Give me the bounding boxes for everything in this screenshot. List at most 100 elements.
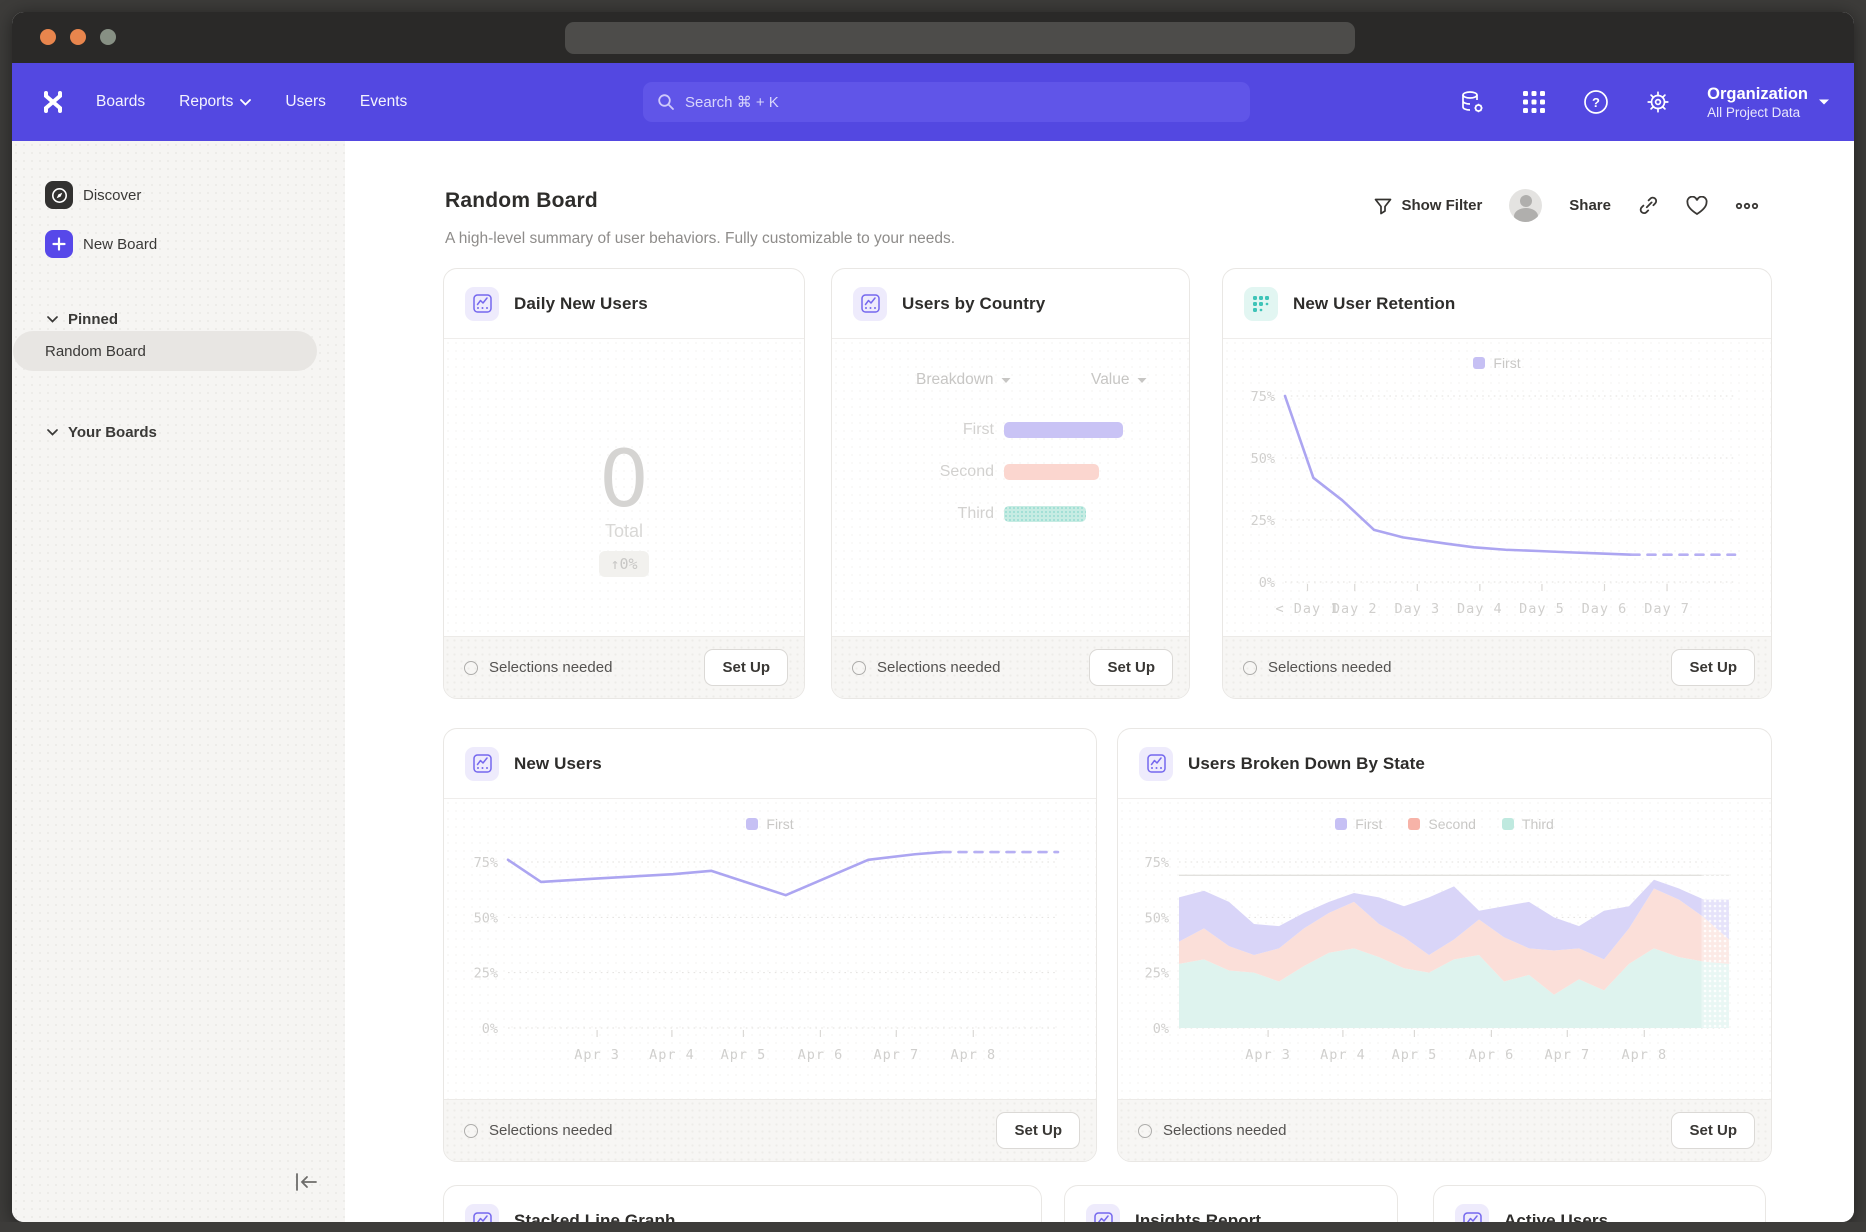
- zoom-window-icon[interactable]: [100, 29, 116, 45]
- sidebar: Discover New Board Pinned Random Board Y…: [12, 141, 345, 1222]
- share-button[interactable]: Share: [1569, 197, 1611, 214]
- stacked-area-chart: 75%50%25%0%Apr 3Apr 4Apr 5Apr 6Apr 7Apr …: [1118, 799, 1771, 1100]
- breakdown-dropdown[interactable]: Breakdown: [916, 371, 1091, 389]
- browser-window: Boards Reports Users Events Search ⌘ + K: [12, 12, 1854, 1222]
- nav-right: ? Organization All Project Data: [1459, 63, 1830, 141]
- card-title: Daily New Users: [514, 294, 648, 314]
- close-window-icon[interactable]: [40, 29, 56, 45]
- status-selections-needed: Selections needed: [464, 1122, 612, 1139]
- chevron-down-icon: [47, 316, 58, 323]
- empty-circle-icon: [464, 1124, 478, 1138]
- sidebar-item-discover[interactable]: Discover: [45, 174, 345, 216]
- card-daily-new-users: Daily New Users 0 Total ↑0% Selections n…: [443, 268, 805, 699]
- svg-text:75%: 75%: [474, 855, 498, 871]
- card-title: Users Broken Down By State: [1188, 754, 1425, 774]
- org-project: All Project Data: [1707, 105, 1808, 120]
- set-up-button[interactable]: Set Up: [704, 649, 788, 686]
- card-users-by-country: Users by Country Breakdown Value: [831, 268, 1190, 699]
- status-selections-needed: Selections needed: [1138, 1122, 1286, 1139]
- collapse-sidebar-button[interactable]: [291, 1169, 321, 1195]
- retention-chart: First 75%50%25%0%< Day 1Day 2Day 3Day 4D…: [1223, 339, 1771, 637]
- svg-text:25%: 25%: [474, 966, 498, 982]
- chevron-down-icon: [1137, 377, 1147, 384]
- value-dropdown[interactable]: Value: [1091, 371, 1147, 389]
- minimize-window-icon[interactable]: [70, 29, 86, 45]
- metric-value: 0: [444, 435, 804, 525]
- search-placeholder: Search ⌘ + K: [685, 93, 779, 111]
- metric-label: Total: [444, 521, 804, 542]
- mixpanel-logo-icon[interactable]: [40, 89, 66, 115]
- sidebar-section-pinned[interactable]: Pinned: [47, 311, 345, 328]
- svg-text:Apr 4: Apr 4: [649, 1047, 695, 1063]
- favorite-heart-icon[interactable]: [1686, 196, 1708, 216]
- card-title: Active Users: [1504, 1211, 1608, 1222]
- bar-second: [1004, 464, 1099, 480]
- apps-grid-icon[interactable]: [1521, 89, 1547, 115]
- svg-text:25%: 25%: [1251, 513, 1275, 529]
- sidebar-item-random-board[interactable]: Random Board: [13, 331, 317, 371]
- svg-text:Apr 3: Apr 3: [1245, 1047, 1291, 1063]
- url-bar[interactable]: [565, 22, 1355, 54]
- svg-text:< Day 1: < Day 1: [1276, 601, 1340, 617]
- top-navbar: Boards Reports Users Events Search ⌘ + K: [12, 63, 1854, 141]
- nav-item-boards[interactable]: Boards: [96, 93, 145, 111]
- sidebar-section-your-boards[interactable]: Your Boards: [47, 424, 345, 441]
- set-up-button[interactable]: Set Up: [1089, 649, 1173, 686]
- card-title: Insights Report: [1135, 1211, 1261, 1222]
- line-chart-icon: [1139, 747, 1173, 781]
- line-chart-icon: [465, 1204, 499, 1222]
- set-up-button[interactable]: Set Up: [1671, 649, 1755, 686]
- card-insights-report: Insights Report: [1064, 1185, 1398, 1222]
- stacked-area-widget: FirstSecondThird 75%50%25%0%Apr 3Apr 4Ap…: [1118, 799, 1771, 1100]
- chevron-down-icon: [47, 429, 58, 436]
- metric-delta-badge: ↑0%: [599, 551, 648, 577]
- avatar[interactable]: [1509, 189, 1542, 222]
- line-chart-icon: [1086, 1204, 1120, 1222]
- window-titlebar: [12, 12, 1854, 63]
- svg-text:0%: 0%: [1259, 575, 1275, 591]
- bar-third: [1004, 506, 1086, 522]
- svg-text:50%: 50%: [474, 910, 498, 926]
- svg-text:75%: 75%: [1251, 389, 1275, 405]
- card-title: Users by Country: [902, 294, 1045, 314]
- copy-link-icon[interactable]: [1638, 195, 1659, 216]
- settings-gear-icon[interactable]: [1645, 89, 1671, 115]
- traffic-lights[interactable]: [40, 29, 116, 45]
- svg-text:Apr 5: Apr 5: [1392, 1047, 1438, 1063]
- more-options-icon[interactable]: [1735, 202, 1759, 210]
- line-chart-icon: [1455, 1204, 1489, 1222]
- line-chart-icon: [465, 287, 499, 321]
- board-actions: Show Filter Share: [1374, 189, 1759, 222]
- svg-text:Apr 8: Apr 8: [950, 1047, 996, 1063]
- nav-item-users[interactable]: Users: [285, 93, 325, 111]
- sidebar-item-new-board[interactable]: New Board: [45, 223, 345, 265]
- set-up-button[interactable]: Set Up: [1671, 1112, 1755, 1149]
- empty-circle-icon: [464, 661, 478, 675]
- svg-text:50%: 50%: [1145, 910, 1169, 926]
- set-up-button[interactable]: Set Up: [996, 1112, 1080, 1149]
- search-input[interactable]: Search ⌘ + K: [643, 82, 1250, 122]
- data-management-icon[interactable]: [1459, 89, 1485, 115]
- svg-text:?: ?: [1592, 95, 1600, 110]
- chevron-down-icon: [1818, 98, 1830, 106]
- show-filter-button[interactable]: Show Filter: [1374, 197, 1482, 215]
- new-users-line-chart: 75%50%25%0%Apr 3Apr 4Apr 5Apr 6Apr 7Apr …: [444, 799, 1096, 1100]
- svg-text:Apr 8: Apr 8: [1621, 1047, 1667, 1063]
- line-chart-icon: [465, 747, 499, 781]
- search-icon: [657, 93, 675, 111]
- retention-line-chart: 75%50%25%0%< Day 1Day 2Day 3Day 4Day 5Da…: [1223, 339, 1771, 637]
- bar-row-third: Third: [832, 505, 1086, 523]
- page-subtitle: A high-level summary of user behaviors. …: [445, 230, 955, 248]
- svg-text:0%: 0%: [482, 1021, 498, 1037]
- bar-table-widget: Breakdown Value First Second: [832, 339, 1189, 637]
- nav-links: Boards Reports Users Events: [96, 93, 407, 111]
- chevron-down-icon: [1001, 377, 1011, 384]
- nav-item-reports[interactable]: Reports: [179, 93, 251, 111]
- nav-item-events[interactable]: Events: [360, 93, 407, 111]
- card-new-users: New Users First 75%50%25%0%Apr 3Apr 4Apr…: [443, 728, 1097, 1162]
- org-switcher[interactable]: Organization All Project Data: [1707, 84, 1830, 120]
- help-icon[interactable]: ?: [1583, 89, 1609, 115]
- empty-circle-icon: [852, 661, 866, 675]
- board-main: Random Board A high-level summary of use…: [345, 141, 1854, 1222]
- bar-first: [1004, 422, 1123, 438]
